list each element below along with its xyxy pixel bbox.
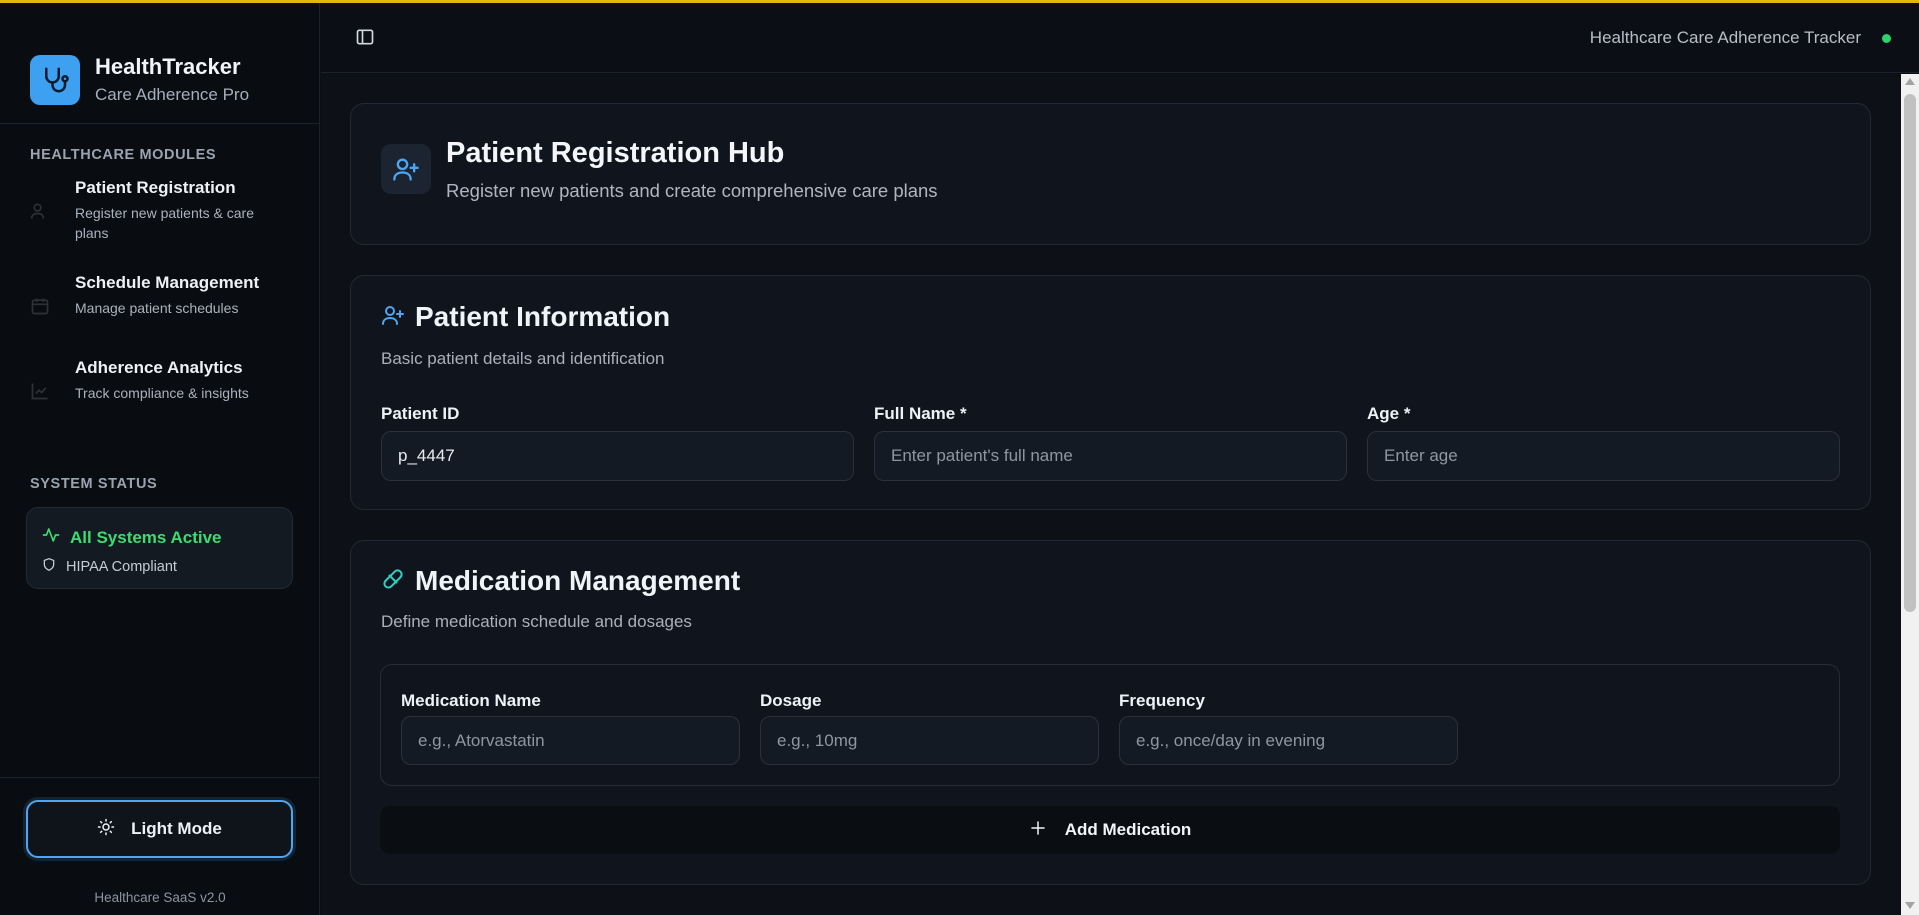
main-content: Patient Registration Hub Register new pa… (321, 74, 1901, 915)
brand-title: HealthTracker (95, 53, 241, 79)
sidebar-item-adherence-analytics[interactable]: Adherence Analytics Track compliance & i… (30, 357, 300, 403)
user-plus-icon (30, 201, 50, 221)
sidebar-item-desc: Register new patients & care plans (75, 205, 254, 241)
section-subtitle: Define medication schedule and dosages (381, 612, 692, 631)
plus-icon (1029, 819, 1047, 842)
sun-icon (97, 818, 115, 841)
modules-section-label: HEALTHCARE MODULES (30, 147, 217, 163)
medication-row: Medication Name Dosage Frequency (380, 664, 1840, 786)
dosage-field[interactable] (760, 716, 1099, 765)
activity-icon (42, 526, 60, 549)
sidebar-item-label: Patient Registration (75, 178, 236, 197)
stethoscope-icon (30, 54, 80, 105)
section-title: Patient Information (415, 301, 671, 332)
add-medication-label: Add Medication (1064, 820, 1192, 839)
scroll-down-arrow-icon[interactable] (1905, 902, 1915, 909)
sidebar-item-label: Adherence Analytics (75, 358, 243, 377)
top-accent-line (0, 0, 1919, 3)
brand-subtitle: Care Adherence Pro (95, 84, 250, 104)
shield-icon (42, 557, 56, 577)
system-status-label: SYSTEM STATUS (30, 476, 158, 492)
calendar-icon (30, 296, 50, 316)
systems-active-text: All Systems Active (70, 527, 222, 547)
patient-id-label: Patient ID (381, 404, 460, 423)
sidebar-footer: Light Mode Healthcare SaaS v2.0 (0, 777, 320, 915)
full-name-field[interactable] (874, 431, 1347, 481)
vertical-scrollbar[interactable] (1901, 74, 1919, 915)
page-subtitle: Register new patients and create compreh… (446, 180, 938, 201)
sidebar-item-schedule-management[interactable]: Schedule Management Manage patient sched… (30, 272, 300, 318)
sidebar: HealthTracker Care Adherence Pro HEALTHC… (0, 3, 320, 915)
sidebar-item-patient-registration[interactable]: Patient Registration Register new patien… (30, 177, 300, 243)
header-title: Healthcare Care Adherence Tracker (1589, 28, 1861, 47)
medication-name-label: Medication Name (401, 691, 541, 710)
add-medication-button[interactable]: Add Medication (380, 806, 1840, 854)
scroll-up-arrow-icon[interactable] (1905, 78, 1915, 85)
dosage-label: Dosage (760, 691, 822, 710)
version-text: Healthcare SaaS v2.0 (94, 890, 226, 905)
sidebar-item-label: Schedule Management (75, 273, 260, 292)
medication-management-card: Medication Management Define medication … (350, 540, 1871, 885)
frequency-label: Frequency (1119, 691, 1205, 710)
section-title: Medication Management (415, 565, 741, 596)
light-mode-label: Light Mode (131, 819, 222, 838)
hero-card: Patient Registration Hub Register new pa… (350, 103, 1871, 245)
brand: HealthTracker Care Adherence Pro (0, 3, 319, 124)
patient-id-field[interactable] (381, 431, 854, 481)
user-plus-icon (381, 144, 431, 194)
system-status-card: All Systems Active HIPAA Compliant (26, 507, 293, 589)
light-mode-button[interactable]: Light Mode (26, 800, 293, 858)
hipaa-compliant-text: HIPAA Compliant (66, 559, 177, 575)
pill-icon (381, 567, 405, 596)
patient-information-card: Patient Information Basic patient detail… (350, 275, 1871, 510)
full-name-label: Full Name * (874, 404, 967, 423)
page-title: Patient Registration Hub (446, 137, 785, 169)
section-subtitle: Basic patient details and identification (381, 349, 665, 368)
age-label: Age * (1367, 404, 1411, 423)
sidebar-toggle-icon[interactable] (355, 27, 379, 51)
age-field[interactable] (1367, 431, 1840, 481)
user-plus-icon (381, 303, 405, 332)
scrollbar-thumb[interactable] (1904, 94, 1916, 612)
chart-icon (30, 381, 50, 401)
medication-name-field[interactable] (401, 716, 740, 765)
sidebar-item-desc: Manage patient schedules (75, 300, 239, 316)
sidebar-item-desc: Track compliance & insights (75, 385, 249, 401)
top-header: Healthcare Care Adherence Tracker (321, 3, 1919, 73)
frequency-field[interactable] (1119, 716, 1458, 765)
status-dot (1882, 34, 1891, 43)
